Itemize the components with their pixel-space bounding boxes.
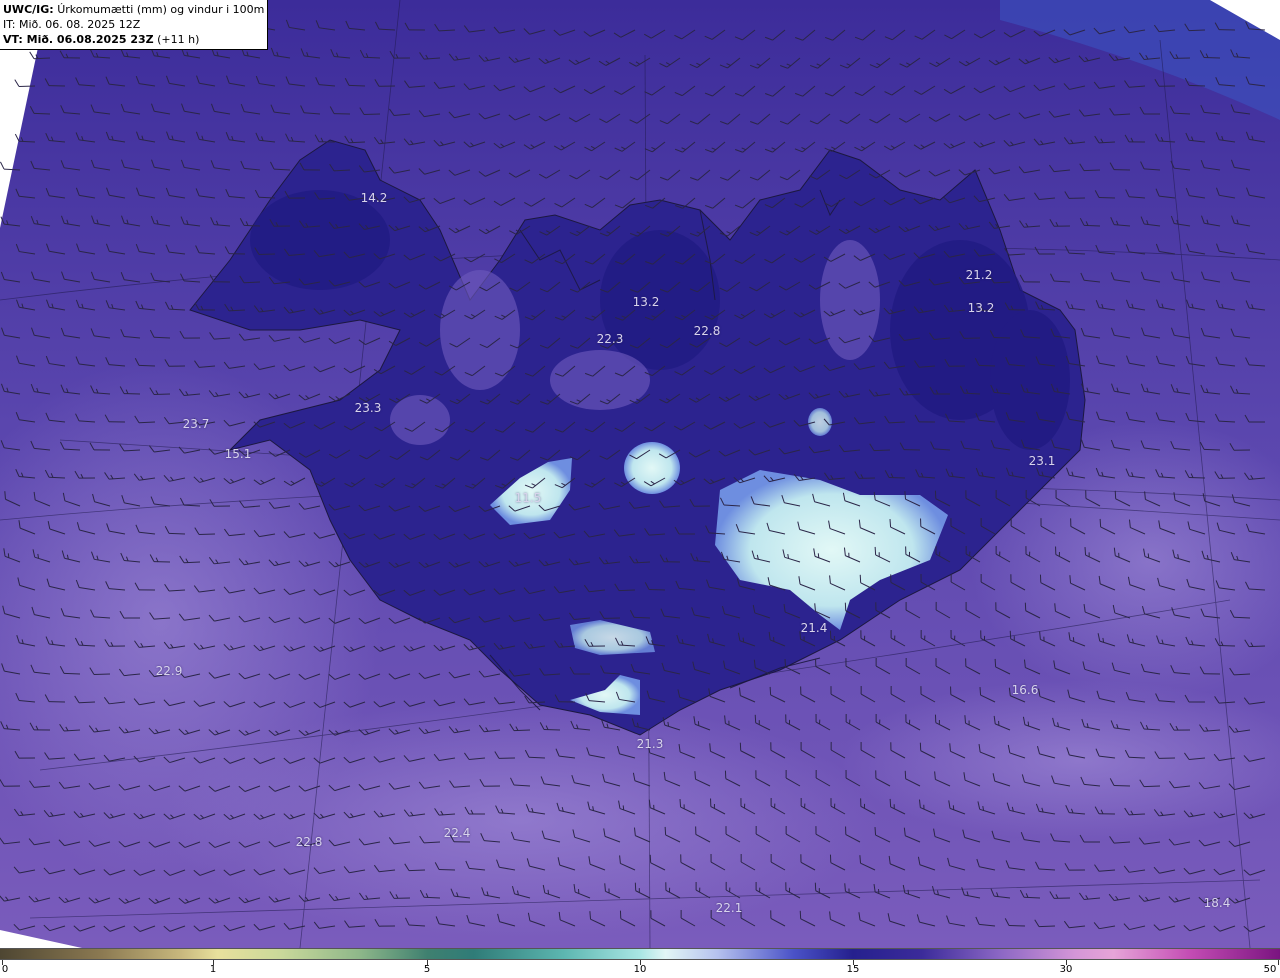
map-value-label: 22.8: [295, 835, 323, 849]
map-value-label: 23.7: [182, 417, 210, 431]
colorbar-tick-label: 10: [633, 964, 647, 975]
map-value-label: 23.1: [1028, 454, 1056, 468]
colorbar-tick-label: 5: [423, 964, 431, 975]
map-value-label: 13.2: [632, 295, 660, 309]
product-description: Úrkomumætti (mm) og vindur i 100m hæð: [57, 3, 267, 16]
map-info-box: UWC/IG: Úrkomumætti (mm) og vindur i 100…: [0, 0, 268, 50]
map-canvas: [0, 0, 1280, 948]
colorbar-strip: [0, 948, 1280, 960]
colorbar-tick-label: 50: [1263, 964, 1277, 975]
map-value-label: 23.3: [354, 401, 382, 415]
map-value-label: 11.5: [514, 491, 542, 505]
map-value-label: 22.4: [443, 826, 471, 840]
valid-offset: (+11 h): [157, 33, 200, 46]
weather-map[interactable]: 14.2 21.2 13.2 13.2 22.3 22.8 23.3 23.7 15.1 23.1…: [0, 0, 1280, 948]
valid-time: VT: Mið. 06.08.2025 23Z: [3, 33, 154, 46]
map-value-label: 22.1: [715, 901, 743, 915]
map-value-label: 22.3: [596, 332, 624, 346]
map-value-label: 13.2: [967, 301, 995, 315]
map-value-label: 16.6: [1011, 683, 1039, 697]
map-value-label: 22.8: [693, 324, 721, 338]
valid-time-row: VT: Mið. 06.08.2025 23Z (+11 h): [3, 32, 267, 47]
map-value-label: 21.2: [965, 268, 993, 282]
colorbar-tick-label: 30: [1059, 964, 1073, 975]
title-row: UWC/IG: Úrkomumætti (mm) og vindur i 100…: [3, 2, 267, 17]
map-value-label: 18.4: [1203, 896, 1231, 910]
init-time: IT: Mið. 06. 08. 2025 12Z: [3, 18, 141, 31]
colorbar: 0 1 5 10 15 30 50: [0, 948, 1280, 978]
colorbar-tick-label: 1: [209, 964, 217, 975]
map-value-label: 21.3: [636, 737, 664, 751]
map-value-label: 14.2: [360, 191, 388, 205]
map-value-label: 22.9: [155, 664, 183, 678]
map-value-label: 21.4: [800, 621, 828, 635]
colorbar-tick: [1278, 960, 1279, 965]
colorbar-tick-label: 15: [846, 964, 860, 975]
colorbar-tick-label: 0: [1, 964, 9, 975]
map-value-label: 15.1: [224, 447, 252, 461]
product-code: UWC/IG:: [3, 3, 54, 16]
